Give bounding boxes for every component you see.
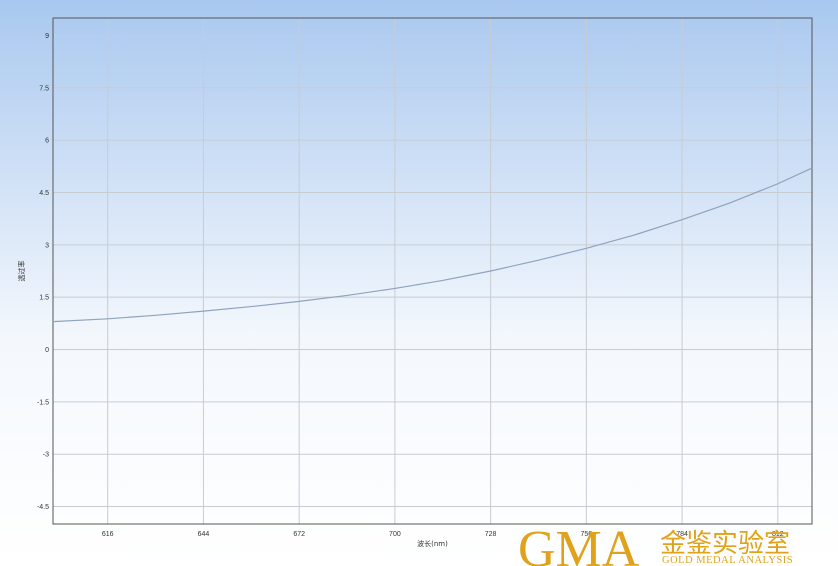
y-tick-label: 9 bbox=[45, 33, 49, 40]
x-axis-title: 波长(nm) bbox=[417, 539, 448, 548]
x-tick-label: 616 bbox=[102, 531, 114, 538]
x-tick-label: 672 bbox=[293, 531, 305, 538]
x-tick-label: 700 bbox=[389, 531, 401, 538]
x-tick-label: 644 bbox=[198, 531, 210, 538]
y-tick-label: 4.5 bbox=[39, 190, 49, 197]
y-tick-label: -3 bbox=[43, 452, 49, 459]
y-tick-label: 7.5 bbox=[39, 85, 49, 92]
y-tick-label: -4.5 bbox=[37, 504, 49, 511]
watermark-english-text: GOLD MEDAL ANALYSIS bbox=[662, 555, 793, 566]
chart-figure: 616 644 672 700 728 756 784 812 9 7.5 6 4.5 3 1.5 0 -1… bbox=[0, 0, 838, 566]
y-tick-label: 6 bbox=[45, 138, 49, 145]
y-tick-label: 1.5 bbox=[39, 295, 49, 302]
y-tick-label: 0 bbox=[45, 347, 49, 354]
watermark-logo-text: GMA bbox=[518, 521, 640, 566]
chart-svg: 616 644 672 700 728 756 784 812 97.564.531.50-1… bbox=[0, 0, 838, 566]
x-tick-label: 728 bbox=[485, 531, 497, 538]
y-tick-label: 3 bbox=[45, 242, 49, 249]
y-tick-label: -1.5 bbox=[37, 399, 49, 406]
chart-background bbox=[0, 0, 838, 566]
y-axis-title: 透过率 bbox=[17, 261, 26, 282]
